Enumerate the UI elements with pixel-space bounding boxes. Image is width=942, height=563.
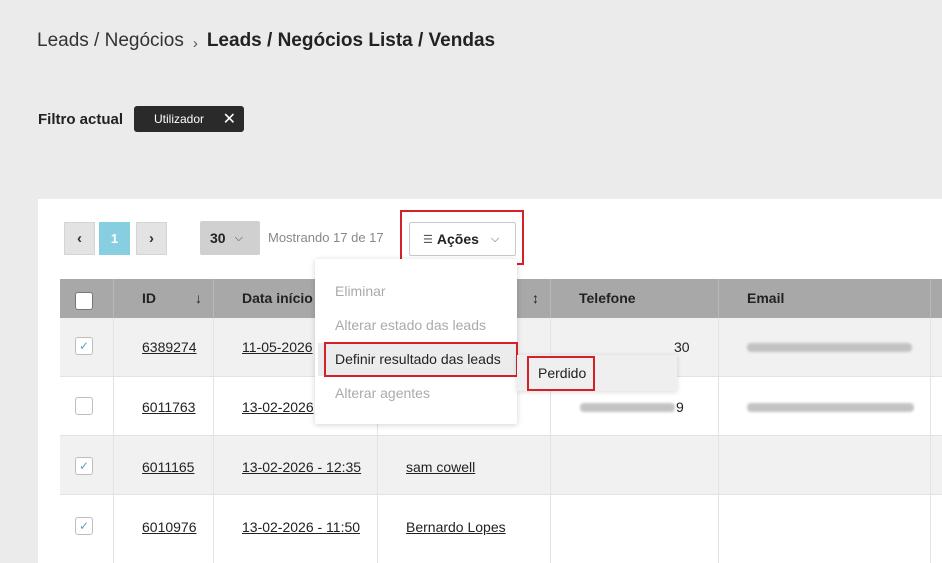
column-header-phone[interactable]: Telefone [579, 279, 636, 318]
blurred-email [747, 403, 914, 412]
check-icon: ✓ [78, 339, 90, 353]
column-divider [213, 318, 214, 563]
phone-value: 30 [674, 339, 690, 355]
column-divider [113, 318, 114, 563]
result-submenu: Perdido [517, 355, 677, 391]
column-header-id[interactable]: ID [142, 279, 156, 318]
check-icon: ✓ [78, 519, 90, 533]
breadcrumb-chevron-icon: › [192, 34, 198, 52]
page-title: Leads / Negócios Lista / Vendas [206, 30, 496, 51]
menu-item-definir-resultado[interactable]: Definir resultado das leads [335, 351, 501, 367]
column-divider [550, 279, 551, 318]
row-checkbox[interactable]: ✓ [75, 457, 93, 475]
page-1-button[interactable]: 1 [99, 222, 130, 255]
column-header-date[interactable]: Data início [242, 279, 313, 318]
lead-date-link[interactable]: 13-02-2026 [242, 399, 314, 415]
lead-id-link[interactable]: 6010976 [142, 519, 197, 535]
breadcrumb: Leads / Negócios › Leads / Negócios List… [37, 30, 495, 52]
column-header-email[interactable]: Email [747, 279, 784, 318]
blurred-email [747, 343, 912, 352]
lead-id-link[interactable]: 6389274 [142, 339, 197, 355]
sort-arrow-icon[interactable]: ↓ [195, 279, 202, 318]
submenu-item-perdido[interactable]: Perdido [538, 365, 586, 381]
check-icon: ✓ [78, 459, 90, 473]
menu-item-alterar-agentes[interactable]: Alterar agentes [335, 385, 430, 401]
blurred-phone [580, 403, 675, 412]
select-all-checkbox[interactable] [75, 292, 93, 310]
filter-chip-utilizador[interactable]: Utilizador ✕ [134, 106, 244, 132]
column-divider [113, 279, 114, 318]
column-divider [718, 279, 719, 318]
column-divider [718, 318, 719, 563]
column-divider [930, 318, 931, 563]
next-page-button[interactable]: › [136, 222, 167, 255]
row-checkbox[interactable] [75, 397, 93, 415]
actions-button[interactable]: ☰ Ações ⌵ [409, 222, 516, 256]
menu-item-alterar-estado[interactable]: Alterar estado das leads [335, 317, 486, 333]
column-divider [930, 279, 931, 318]
lead-id-link[interactable]: 6011165 [142, 459, 194, 475]
actions-label: Ações [436, 231, 479, 247]
menu-item-eliminar[interactable]: Eliminar [335, 283, 386, 299]
breadcrumb-leads-link[interactable]: Leads / Negócios [37, 30, 184, 52]
list-icon: ☰ [423, 233, 433, 246]
filter-label: Filtro actual [38, 111, 124, 128]
lead-name-link[interactable]: Bernardo Lopes [406, 519, 506, 535]
lead-date-link[interactable]: 13-02-2026 - 12:35 [242, 459, 361, 475]
prev-page-button[interactable]: ‹ [64, 222, 95, 255]
row-checkbox[interactable]: ✓ [75, 337, 93, 355]
actions-dropdown-menu: Eliminar Alterar estado das leads Altera… [315, 259, 517, 424]
filter-chip-label: Utilizador [154, 112, 205, 126]
lead-id-link[interactable]: 6011763 [142, 399, 195, 415]
lead-date-link[interactable]: 13-02-2026 - 11:50 [242, 519, 360, 535]
close-icon[interactable]: ✕ [223, 109, 236, 129]
sort-icon[interactable]: ↕ [532, 279, 539, 318]
phone-value: 9 [676, 399, 684, 415]
chevron-down-icon: ⌵ [490, 232, 500, 245]
chevron-down-icon: ⌵ [234, 231, 243, 244]
lead-name-link[interactable]: sam cowell [406, 459, 475, 475]
per-page-select[interactable]: 30 ⌵ [200, 221, 260, 255]
column-divider [213, 279, 214, 318]
per-page-value: 30 [210, 230, 226, 246]
showing-count: Mostrando 17 de 17 [268, 230, 384, 245]
lead-date-link[interactable]: 11-05-2026 [242, 339, 313, 355]
row-checkbox[interactable]: ✓ [75, 517, 93, 535]
